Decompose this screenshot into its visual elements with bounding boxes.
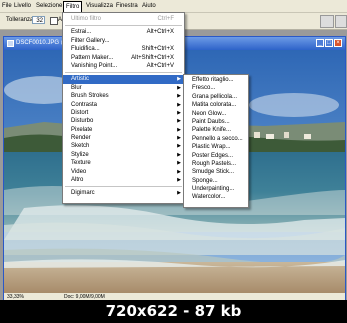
submenu-sketch[interactable]: Sketch ▶: [63, 142, 184, 150]
artistic-item-smudge-stick[interactable]: Smudge Stick...: [184, 168, 248, 176]
menu-item-label: Ultimo filtro: [71, 16, 102, 22]
minimize-icon[interactable]: _: [316, 39, 324, 47]
menu-item-filter-gallery[interactable]: Filter Gallery...: [63, 37, 184, 45]
artistic-item-matita-colorata[interactable]: Matita colorata...: [184, 101, 248, 109]
submenu-arrow-icon: ▶: [177, 84, 181, 91]
menu-item-label: Artistic: [71, 76, 89, 83]
artistic-item-effetto-ritaglio[interactable]: Effetto ritaglio...: [184, 76, 248, 84]
submenu-arrow-icon: ▶: [177, 151, 181, 158]
submenu-arrow-icon: ▶: [177, 135, 181, 142]
submenu-digimarc[interactable]: Digimarc ▶: [63, 189, 184, 197]
menu-item-shortcut: Shift+Ctrl+X: [141, 46, 174, 53]
submenu-brush-strokes[interactable]: Brush Strokes ▶: [63, 92, 184, 100]
menu-item-label: Vanishing Point...: [71, 62, 118, 69]
menu-item-fluidifica[interactable]: Fluidifica... Shift+Ctrl+X: [63, 45, 184, 53]
submenu-contrasta[interactable]: Contrasta ▶: [63, 101, 184, 109]
artistic-item-plastic-wrap[interactable]: Plastic Wrap...: [184, 143, 248, 151]
menu-livello[interactable]: Livello: [12, 1, 33, 11]
submenu-altro[interactable]: Altro ▶: [63, 176, 184, 184]
menu-item-label: Altro: [71, 177, 84, 184]
menu-item-label: Distort: [71, 109, 89, 116]
submenu-arrow-icon: ▶: [177, 93, 181, 100]
artistic-item-sponge[interactable]: Sponge...: [184, 177, 248, 185]
palette-well-icon[interactable]: [335, 15, 347, 28]
artistic-item-neon-glow[interactable]: Neon Glow...: [184, 110, 248, 118]
submenu-arrow-icon: ▶: [177, 76, 181, 83]
submenu-video[interactable]: Video ▶: [63, 168, 184, 176]
menu-item-label: Digimarc: [71, 190, 95, 197]
submenu-stylize[interactable]: Stylize ▶: [63, 151, 184, 159]
submenu-render[interactable]: Render ▶: [63, 134, 184, 142]
menu-item-estrai[interactable]: Estrai... Alt+Ctrl+X: [63, 28, 184, 36]
artistic-submenu: Effetto ritaglio... Fresco... Grana pell…: [183, 74, 249, 208]
menu-item-shortcut: Alt+Shift+Ctrl+X: [131, 54, 174, 61]
menu-item-pattern-maker[interactable]: Pattern Maker... Alt+Shift+Ctrl+X: [63, 54, 184, 62]
menu-item-label: Blur: [71, 84, 82, 91]
artistic-item-underpainting[interactable]: Underpainting...: [184, 185, 248, 193]
artistic-item-pennello-a-secco[interactable]: Pennello a secco...: [184, 135, 248, 143]
image-size-caption: 720x622 - 87 kb: [0, 300, 347, 323]
submenu-arrow-icon: ▶: [177, 168, 181, 175]
menu-separator: [65, 72, 182, 74]
filtro-menu: Ultimo filtro Ctrl+F Estrai... Alt+Ctrl+…: [62, 12, 185, 204]
submenu-artistic[interactable]: Artistic ▶: [63, 75, 184, 84]
submenu-blur[interactable]: Blur ▶: [63, 84, 184, 92]
menu-item-ultimo-filtro[interactable]: Ultimo filtro Ctrl+F: [63, 15, 184, 23]
submenu-arrow-icon: ▶: [177, 126, 181, 133]
menu-item-label: Contrasta: [71, 101, 98, 108]
menu-item-shortcut: Ctrl+F: [157, 16, 175, 22]
menu-aiuto[interactable]: Aiuto: [140, 1, 158, 11]
submenu-arrow-icon: ▶: [177, 101, 181, 108]
submenu-arrow-icon: ▶: [177, 143, 181, 150]
menu-item-shortcut: Alt+Ctrl+X: [146, 29, 174, 36]
artistic-item-grana-pellicola[interactable]: Grana pellicola...: [184, 93, 248, 101]
menu-separator: [65, 25, 182, 27]
menu-item-label: Disturbo: [71, 118, 94, 125]
submenu-pixelate[interactable]: Pixelate ▶: [63, 126, 184, 134]
submenu-arrow-icon: ▶: [177, 118, 181, 125]
toolbar-button-icon[interactable]: [320, 15, 334, 28]
artistic-item-fresco[interactable]: Fresco...: [184, 84, 248, 92]
submenu-texture[interactable]: Texture ▶: [63, 159, 184, 167]
menu-item-label: Estrai...: [71, 29, 92, 36]
submenu-arrow-icon: ▶: [177, 160, 181, 167]
menu-separator: [65, 186, 182, 188]
submenu-arrow-icon: ▶: [177, 190, 181, 197]
document-icon: [7, 40, 14, 47]
tolerance-label: Tolleranza:: [6, 17, 36, 23]
menu-item-label: Sketch: [71, 143, 90, 150]
menu-item-label: Texture: [71, 160, 91, 167]
artistic-item-watercolor[interactable]: Watercolor...: [184, 193, 248, 201]
menu-item-label: Pattern Maker...: [71, 54, 114, 61]
menu-item-label: Filter Gallery...: [71, 37, 110, 44]
artistic-item-palette-knife[interactable]: Palette Knife...: [184, 126, 248, 134]
tolerance-input[interactable]: 32: [32, 16, 45, 24]
menu-item-label: Brush Strokes: [71, 93, 109, 100]
menu-filtro[interactable]: Filtro: [63, 1, 83, 12]
submenu-distort[interactable]: Distort ▶: [63, 109, 184, 117]
artistic-item-rough-pastels[interactable]: Rough Pastels...: [184, 160, 248, 168]
menu-selezione[interactable]: Selezione: [34, 1, 64, 11]
menu-item-label: Render: [71, 135, 91, 142]
menu-item-label: Stylize: [71, 151, 89, 158]
artistic-item-paint-daubs[interactable]: Paint Daubs...: [184, 118, 248, 126]
menu-item-vanishing-point[interactable]: Vanishing Point... Alt+Ctrl+V: [63, 62, 184, 70]
menu-finestra[interactable]: Finestra: [114, 1, 140, 11]
artistic-item-poster-edges[interactable]: Poster Edges...: [184, 152, 248, 160]
submenu-arrow-icon: ▶: [177, 109, 181, 116]
submenu-disturbo[interactable]: Disturbo ▶: [63, 117, 184, 125]
submenu-arrow-icon: ▶: [177, 177, 181, 184]
menu-item-label: Fluidifica...: [71, 46, 100, 53]
antialias-checkbox[interactable]: [50, 17, 58, 25]
menu-item-label: Video: [71, 168, 87, 175]
menu-item-shortcut: Alt+Ctrl+V: [146, 62, 174, 69]
maximize-icon[interactable]: □: [325, 39, 333, 47]
menu-visualizza[interactable]: Visualizza: [84, 1, 115, 11]
menu-item-label: Pixelate: [71, 126, 93, 133]
close-icon[interactable]: ×: [334, 39, 342, 47]
